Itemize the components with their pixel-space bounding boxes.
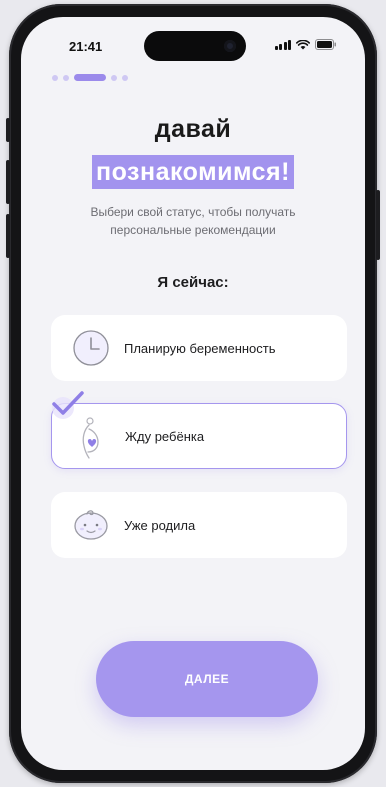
app-screen: 21:41 давай познакомимся! Выбери свой ст…	[21, 17, 365, 770]
onboarding-progress	[52, 74, 128, 81]
clock-icon	[71, 328, 111, 368]
status-option-label: Уже родила	[124, 517, 196, 533]
power-button	[376, 190, 380, 260]
status-time: 21:41	[69, 39, 103, 54]
battery-icon	[315, 39, 337, 50]
dynamic-island	[144, 31, 246, 61]
wifi-icon	[296, 39, 310, 50]
progress-dot	[63, 74, 69, 81]
progress-dot	[111, 74, 117, 81]
status-option-expecting[interactable]: Жду ребёнка	[51, 403, 347, 469]
status-option-planning[interactable]: Планирую беременность	[51, 315, 347, 381]
checkmark-icon	[51, 390, 85, 420]
page-subtitle: Выбери свой статус, чтобы получать персо…	[90, 205, 296, 237]
signal-icon	[274, 39, 291, 50]
next-button[interactable]: ДАЛЕЕ	[96, 641, 318, 717]
camera-icon	[224, 40, 236, 52]
status-option-label: Планирую беременность	[124, 340, 276, 356]
status-option-label: Жду ребёнка	[125, 428, 205, 444]
progress-dot-active	[74, 74, 106, 81]
status-icons	[274, 39, 338, 50]
page-title: давай	[154, 115, 232, 143]
volume-down-button	[6, 214, 10, 258]
status-bar: 21:41	[21, 17, 365, 61]
progress-dot	[52, 74, 58, 81]
status-question-label: Я сейчас:	[157, 274, 229, 291]
action-button	[6, 118, 10, 142]
status-option-gave-birth[interactable]: Уже родила	[51, 492, 347, 558]
pregnant-icon	[72, 416, 112, 459]
progress-dot	[122, 74, 128, 81]
volume-up-button	[6, 160, 10, 204]
baby-face-icon	[71, 505, 111, 545]
page-title-highlight-wrap: познакомимся!	[21, 155, 365, 189]
page-title-highlight: познакомимся!	[92, 155, 294, 189]
